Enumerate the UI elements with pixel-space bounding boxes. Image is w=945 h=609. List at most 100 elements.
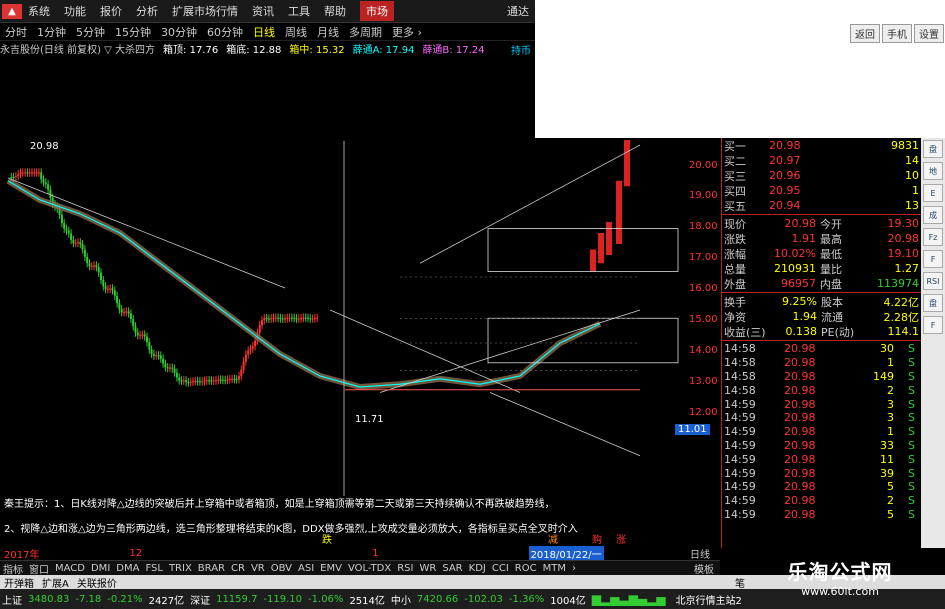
- tick-row: 14:59 20.98 3 S: [722, 411, 921, 425]
- candle-body: [109, 288, 112, 290]
- indicator-tab[interactable]: CCI: [492, 563, 509, 574]
- candle-body: [263, 318, 266, 321]
- indicator-tab[interactable]: ›: [572, 563, 576, 574]
- tab-related-quote[interactable]: 关联报价: [77, 575, 117, 590]
- kline-chart[interactable]: 20.98 11.71 秦王提示：1、日K线对降△边线的突破后并上穿箱中或者箱顶…: [0, 56, 683, 546]
- toolbar-button[interactable]: 成: [923, 206, 943, 224]
- menu-function[interactable]: 功能: [64, 3, 86, 19]
- indicator-tab[interactable]: MTM: [543, 563, 566, 574]
- menu-quote[interactable]: 报价: [100, 3, 122, 19]
- indicator-tab[interactable]: 窗口: [29, 561, 49, 576]
- toolbar-button[interactable]: RSI: [923, 272, 943, 290]
- box-bottom-value: 箱底: 12.88: [226, 45, 282, 56]
- toolbar-button[interactable]: 地: [923, 162, 943, 180]
- candle-body: [316, 317, 319, 319]
- axis-label-16: 16.00: [689, 283, 718, 294]
- indicator-tab[interactable]: OBV: [271, 563, 292, 574]
- period-15min[interactable]: 15分钟: [115, 24, 151, 40]
- period-weekly[interactable]: 周线: [285, 24, 307, 40]
- period-60min[interactable]: 60分钟: [207, 24, 243, 40]
- mobile-button[interactable]: 手机: [882, 24, 912, 43]
- menu-analysis[interactable]: 分析: [136, 3, 158, 19]
- toolbar-button[interactable]: 盘: [923, 294, 943, 312]
- axis-label-14: 14.00: [689, 345, 718, 356]
- rally-candle: [616, 180, 622, 244]
- order-volume: 1: [912, 184, 919, 197]
- zx-index-amount: 1004亿: [550, 595, 586, 607]
- fund-row: 收益(三) 0.138 PE(动) 114.1: [722, 324, 921, 339]
- indicator-tab[interactable]: EMV: [320, 563, 342, 574]
- period-intraday[interactable]: 分时: [5, 24, 27, 40]
- stat-value2: 19.30: [887, 217, 920, 230]
- toolbar-button[interactable]: E: [923, 184, 943, 202]
- menu-bar: ▲ 系统 功能 报价 分析 扩展市场行情 资讯 工具 帮助 市场 通达: [0, 0, 535, 23]
- candle-body: [254, 340, 257, 347]
- period-30min[interactable]: 30分钟: [161, 24, 197, 40]
- candle-body: [189, 381, 192, 383]
- indicator-tab[interactable]: SAR: [442, 563, 462, 574]
- stat-value: 10.02%: [774, 247, 816, 260]
- indicator-tab[interactable]: RSI: [397, 563, 413, 574]
- indicator-tab[interactable]: ASI: [298, 563, 314, 574]
- period-1min[interactable]: 1分钟: [37, 24, 66, 40]
- indicator-tab[interactable]: BRAR: [198, 563, 225, 574]
- candle-body: [194, 380, 197, 382]
- order-row: 买四 20.95 1: [722, 183, 921, 198]
- tick-time: 14:58: [724, 356, 756, 370]
- indicator-tab[interactable]: KDJ: [469, 563, 486, 574]
- menu-help[interactable]: 帮助: [324, 3, 346, 19]
- price-stats: 现价 20.98 今开 19.30 涨跌 1.91 最高 20.98 涨幅 10.02% 最低 19.…: [722, 216, 921, 291]
- stat-label2: 今开: [820, 217, 842, 231]
- template-button[interactable]: 模板: [694, 561, 714, 576]
- stat-value: 1.91: [791, 232, 817, 245]
- tick-price: 20.98: [784, 383, 816, 397]
- market-tab[interactable]: 市场: [360, 1, 394, 21]
- rally-candle: [624, 140, 630, 187]
- order-price: 20.97: [769, 154, 801, 167]
- period-multi[interactable]: 多周期: [349, 24, 382, 40]
- side-tab[interactable]: 持币: [511, 42, 531, 57]
- menu-system[interactable]: 系统: [28, 3, 50, 19]
- stock-title: 永吉股份(日线 前复权) ▽ 大杀四方: [0, 45, 156, 56]
- candle-body: [10, 176, 13, 178]
- toolbar-button[interactable]: F: [923, 316, 943, 334]
- back-button[interactable]: 返回: [850, 24, 880, 43]
- toolbar-button[interactable]: F: [923, 250, 943, 268]
- lower-channel-line: [489, 392, 641, 457]
- toolbar-button[interactable]: 盘: [923, 140, 943, 158]
- indicator-tab[interactable]: ROC: [515, 563, 537, 574]
- candle-body: [208, 380, 211, 382]
- tab-ext-a[interactable]: 扩展A: [42, 575, 69, 590]
- indicator-tab[interactable]: WR: [419, 563, 436, 574]
- indicator-tab[interactable]: TRIX: [169, 563, 192, 574]
- indicator-tab[interactable]: MACD: [55, 563, 85, 574]
- tick-time: 14:58: [724, 369, 756, 383]
- period-monthly[interactable]: 月线: [317, 24, 339, 40]
- indicator-tab[interactable]: DMA: [116, 563, 139, 574]
- tick-row: 14:58 20.98 1 S: [722, 356, 921, 370]
- tab-popup-box[interactable]: 开弹箱: [4, 575, 34, 590]
- mark-jian: 减: [548, 534, 558, 546]
- candle-body: [86, 256, 89, 264]
- indicator-tab[interactable]: VOL-TDX: [348, 563, 391, 574]
- period-5min[interactable]: 5分钟: [76, 24, 105, 40]
- candle-body: [81, 244, 84, 250]
- tick-side: S: [908, 452, 915, 466]
- settings-button[interactable]: 设置: [914, 24, 944, 43]
- indicator-tab[interactable]: FSL: [145, 563, 163, 574]
- indicator-tab[interactable]: CR: [231, 563, 245, 574]
- indicator-tab[interactable]: 指标: [3, 561, 23, 576]
- menu-ext-market[interactable]: 扩展市场行情: [172, 3, 238, 19]
- period-daily[interactable]: 日线: [253, 24, 275, 40]
- high-price-label: 20.98: [30, 141, 59, 152]
- menu-news[interactable]: 资讯: [252, 3, 274, 19]
- candle-body: [159, 355, 162, 359]
- indicator-tab[interactable]: DMI: [91, 563, 110, 574]
- time-axis: 2017年 12 1 2018/01/22/一 日线: [0, 545, 720, 561]
- menu-tools[interactable]: 工具: [288, 3, 310, 19]
- tick-side: S: [908, 480, 915, 494]
- toolbar-button[interactable]: Fz: [923, 228, 943, 246]
- indicator-tab[interactable]: VR: [251, 563, 265, 574]
- period-more[interactable]: 更多 ›: [392, 24, 422, 40]
- zx-index-value: 7420.66: [416, 593, 459, 605]
